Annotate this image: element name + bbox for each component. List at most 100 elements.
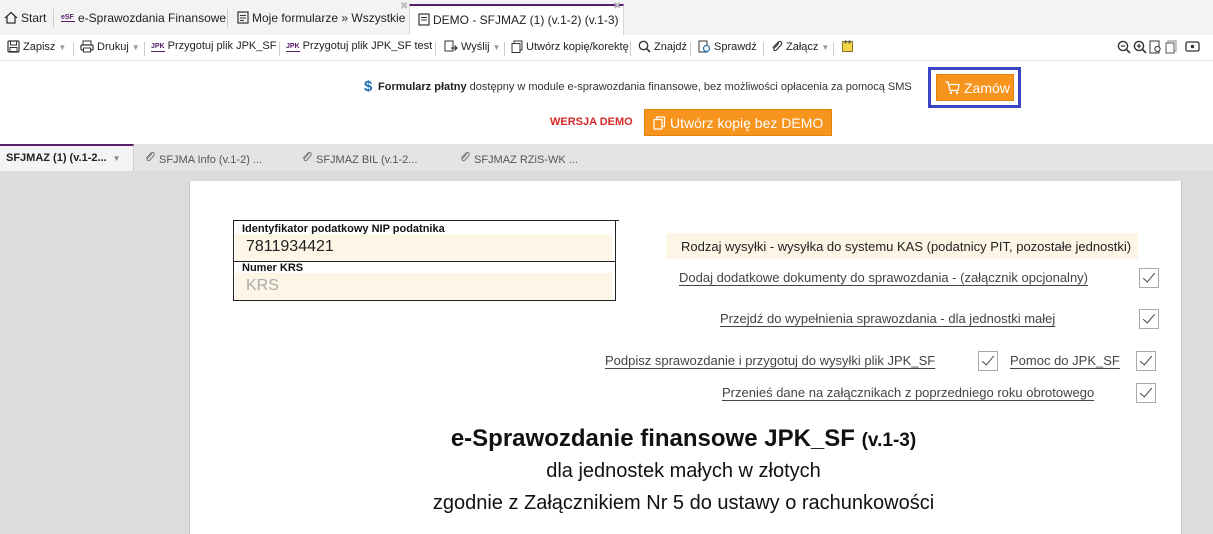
- dollar-icon: $: [364, 78, 373, 95]
- chevron-down-icon[interactable]: ▼: [821, 43, 829, 52]
- print-button[interactable]: Drukuj ▼: [80, 40, 140, 56]
- cart-icon: [945, 81, 960, 98]
- copy-without-demo-button[interactable]: Utwórz kopię bez DEMO: [644, 109, 832, 136]
- find-label: Znajdź: [654, 41, 688, 53]
- pages-button[interactable]: [1165, 40, 1181, 57]
- tab-moje-formularze-label: Moje formularze » Wszystkie: [252, 11, 406, 26]
- notes-icon: [841, 40, 854, 56]
- svg-text:eSF: eSF: [61, 14, 75, 21]
- tab-sfjmaz-rzis-wk[interactable]: SFJMAZ RZiS-WK ...: [459, 151, 578, 166]
- paid-form-notice-rest: dostępny w module e-sprawozdania finanso…: [466, 81, 912, 93]
- paid-form-notice-bold: Formularz płatny: [378, 81, 467, 93]
- tab-sfjmaz[interactable]: SFJMAZ (1) (v.1-2... ▼: [0, 144, 134, 171]
- add-documents-link[interactable]: Dodaj dodatkowe dokumenty do sprawozdani…: [679, 270, 1088, 285]
- send-button[interactable]: Wyślij ▼: [444, 40, 501, 56]
- prepare-jpk-label: Przygotuj plik JPK_SF: [167, 40, 277, 52]
- toolbar-separator: [504, 42, 505, 56]
- tab-sfjma-info[interactable]: SFJMA Info (v.1-2) ...: [144, 151, 262, 166]
- jpk-icon: JPK: [151, 43, 165, 52]
- zoom-in-button[interactable]: [1133, 40, 1150, 57]
- sign-report-checkbox[interactable]: [978, 351, 998, 371]
- toolbar-separator: [690, 42, 691, 56]
- tab-e-sprawozdania[interactable]: eSF e-Sprawozdania Finansowe: [61, 4, 226, 35]
- prepare-jpk-test-button[interactable]: JPK Przygotuj plik JPK_SF test: [286, 40, 432, 52]
- tab-separator: [53, 9, 54, 27]
- check-document-icon: [698, 40, 711, 56]
- attach-button[interactable]: Załącz ▼: [770, 40, 829, 56]
- form-subtitle-2: zgodnie z Załącznikiem Nr 5 do ustawy o …: [432, 492, 935, 514]
- find-button[interactable]: Znajdź: [638, 40, 687, 56]
- send-label: Wyślij: [461, 41, 490, 53]
- send-icon: [444, 40, 458, 56]
- tab-sfjmaz-rzis-wk-label: SFJMAZ RZiS-WK ...: [474, 154, 578, 166]
- paperclip-icon: [301, 151, 312, 166]
- sign-report-link[interactable]: Podpisz sprawozdanie i przygotuj do wysy…: [605, 353, 935, 368]
- check-label: Sprawdź: [714, 41, 757, 53]
- save-label: Zapisz: [23, 41, 56, 53]
- print-label: Drukuj: [97, 41, 129, 53]
- prepare-jpk-test-label: Przygotuj plik JPK_SF test: [302, 40, 433, 52]
- esf-icon: eSF: [61, 11, 75, 26]
- search-icon: [638, 40, 651, 56]
- copy-correction-button[interactable]: Utwórz kopię/korektę: [511, 40, 629, 56]
- paperclip-icon: [770, 40, 783, 56]
- floppy-icon: [7, 40, 20, 56]
- transfer-data-checkbox[interactable]: [1136, 383, 1156, 403]
- check-button[interactable]: Sprawdź: [698, 40, 757, 56]
- copy-without-demo-label: Utwórz kopię bez DEMO: [670, 115, 824, 131]
- paid-form-notice: Formularz płatny dostępny w module e-spr…: [378, 81, 912, 93]
- toolbar-separator: [833, 42, 834, 56]
- home-icon: [4, 11, 18, 27]
- tab-separator: [227, 9, 228, 27]
- presentation-button[interactable]: [1185, 40, 1203, 56]
- tab-sfjmaz-label: SFJMAZ (1) (v.1-2...: [6, 152, 107, 164]
- transfer-data-link[interactable]: Przenieś dane na załącznikach z poprzedn…: [722, 385, 1094, 400]
- nip-field[interactable]: 7811934421: [235, 234, 612, 261]
- printer-icon: [80, 40, 94, 56]
- pages-icon: [1165, 40, 1178, 57]
- chevron-down-icon[interactable]: ▼: [113, 154, 121, 163]
- tab-demo-sfjmaz[interactable]: DEMO - SFJMAZ (1) (v.1-2) (v.1-3): [409, 4, 624, 35]
- order-button[interactable]: Zamów: [936, 74, 1014, 101]
- chevron-down-icon[interactable]: ▼: [493, 43, 501, 52]
- attach-label: Załącz: [786, 41, 819, 53]
- tab-start-label: Start: [21, 11, 47, 26]
- form-subtitle-1: dla jednostek małych w złotych: [546, 460, 821, 482]
- notes-button[interactable]: [841, 40, 857, 56]
- tab-demo-sfjmaz-label: DEMO - SFJMAZ (1) (v.1-2) (v.1-3): [433, 13, 619, 28]
- order-button-label: Zamów: [964, 80, 1010, 96]
- chevron-down-icon[interactable]: ▼: [58, 43, 66, 52]
- tab-sfjmaz-bil-label: SFJMAZ BIL (v.1-2...: [316, 154, 418, 166]
- jpk-help-checkbox[interactable]: [1136, 351, 1156, 371]
- copy-icon: [653, 116, 666, 133]
- close-icon[interactable]: ✖: [613, 1, 621, 12]
- zoom-in-icon: [1133, 40, 1147, 57]
- toolbar-separator: [279, 42, 280, 56]
- tab-sfjmaz-bil[interactable]: SFJMAZ BIL (v.1-2...: [301, 151, 417, 166]
- zoom-out-icon: [1117, 40, 1131, 57]
- go-fill-report-checkbox[interactable]: [1139, 309, 1159, 329]
- krs-field[interactable]: KRS: [235, 273, 612, 300]
- toolbar-separator: [630, 42, 631, 56]
- tab-start[interactable]: Start: [4, 4, 46, 35]
- toolbar: Zapisz ▼ Drukuj ▼ JPK Przygotuj plik JPK_SF…: [0, 35, 1213, 61]
- page-view-button[interactable]: [1149, 40, 1165, 57]
- save-button[interactable]: Zapisz ▼: [7, 40, 66, 56]
- form-title: e-Sprawozdanie finansowe JPK_SF (v.1-3): [0, 425, 1213, 453]
- toolbar-separator: [435, 42, 436, 56]
- send-type-field[interactable]: Rodzaj wysyłki - wysyłka do systemu KAS …: [666, 233, 1138, 259]
- go-fill-report-link[interactable]: Przejdź do wypełnienia sprawozdania - dl…: [720, 311, 1055, 326]
- toolbar-separator: [73, 42, 74, 56]
- chevron-down-icon[interactable]: ▼: [132, 43, 140, 52]
- tab-e-sprawozdania-label: e-Sprawozdania Finansowe: [78, 11, 227, 25]
- tab-sfjma-info-label: SFJMA Info (v.1-2) ...: [159, 154, 263, 166]
- page-view-icon: [1149, 40, 1162, 57]
- prepare-jpk-button[interactable]: JPK Przygotuj plik JPK_SF: [151, 40, 276, 52]
- zoom-out-button[interactable]: [1117, 40, 1134, 57]
- close-icon[interactable]: ✖: [400, 1, 408, 12]
- add-documents-checkbox[interactable]: [1139, 268, 1159, 288]
- screen-icon: [1185, 40, 1200, 56]
- document-icon: [418, 13, 430, 29]
- jpk-help-link[interactable]: Pomoc do JPK_SF: [1010, 353, 1120, 368]
- tab-moje-formularze[interactable]: Moje formularze » Wszystkie: [237, 4, 405, 35]
